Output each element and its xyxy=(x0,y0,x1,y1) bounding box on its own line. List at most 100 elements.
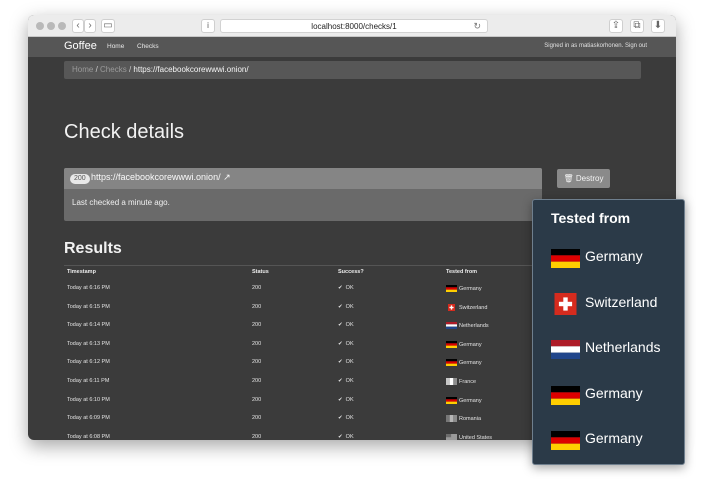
flag-icon xyxy=(446,396,457,404)
success-text: OK xyxy=(345,396,354,403)
flag-icon xyxy=(446,378,457,385)
nl-flag-icon xyxy=(551,340,580,359)
brand-logo[interactable]: Goffee xyxy=(64,40,97,52)
check-panel: 200 https://facebookcorewwwi.onion/ ↗ La… xyxy=(64,168,542,221)
page-title: Check details xyxy=(64,121,185,143)
zoom-window-icon[interactable] xyxy=(58,22,66,30)
success-text: OK xyxy=(345,415,354,422)
country-text: Germany xyxy=(459,360,482,367)
timestamp-cell: Today at 6:13 PM xyxy=(67,340,110,347)
tested-from-cell: Germany xyxy=(446,285,482,292)
tested-from-cell: Germany xyxy=(446,396,482,404)
breadcrumb-checks[interactable]: Checks xyxy=(100,65,127,74)
tabs-icon[interactable]: ⧉ xyxy=(630,19,644,33)
address-bar[interactable]: localhost:8000/checks/1 ↻ xyxy=(220,19,488,33)
checkmark-icon: ✔ xyxy=(338,340,343,347)
tested-from-cell: Netherlands xyxy=(446,322,489,330)
popup-country-label: Germany xyxy=(585,384,643,401)
sidebar-icon[interactable]: ▭ xyxy=(101,19,115,33)
address-text: localhost:8000/checks/1 xyxy=(311,22,397,31)
tested-from-cell: Germany xyxy=(446,359,482,367)
browser-toolbar: ‹ › ▭ i localhost:8000/checks/1 ↻ ⇪ ⧉ ⬇ xyxy=(28,15,676,37)
column-header-success: Success? xyxy=(338,269,364,275)
success-cell: ✔ OK xyxy=(338,415,354,421)
forward-icon[interactable]: › xyxy=(84,19,96,33)
column-header-status: Status xyxy=(252,269,269,275)
nav-checks-link[interactable]: Checks xyxy=(137,43,159,50)
country-text: Germany xyxy=(459,285,482,292)
destroy-button[interactable]: 🗑 Destroy xyxy=(557,169,610,188)
reload-icon[interactable]: ↻ xyxy=(473,20,481,33)
country-text: Switzerland xyxy=(459,304,488,311)
success-text: OK xyxy=(345,303,354,310)
user-status[interactable]: Signed in as matiaskorhonen. Sign out xyxy=(544,43,647,49)
app-navbar: Goffee Home Checks Signed in as matiasko… xyxy=(28,37,676,57)
popup-title: Tested from xyxy=(551,210,631,226)
success-text: OK xyxy=(345,359,354,366)
flag-icon xyxy=(446,303,457,311)
success-text: OK xyxy=(345,322,354,329)
breadcrumb-home[interactable]: Home xyxy=(72,65,93,74)
ch-flag-icon xyxy=(551,292,580,315)
success-cell: ✔ OK xyxy=(338,341,354,347)
timestamp-cell: Today at 6:09 PM xyxy=(67,415,110,422)
timestamp-cell: Today at 6:08 PM xyxy=(67,433,110,440)
success-cell: ✔ OK xyxy=(338,378,354,384)
timestamp-cell: Today at 6:15 PM xyxy=(67,303,110,310)
tested-from-cell: France xyxy=(446,378,476,385)
de-flag-icon xyxy=(551,385,580,405)
status-cell: 200 xyxy=(252,285,262,291)
status-cell: 200 xyxy=(252,359,262,366)
status-cell: 200 xyxy=(252,340,262,347)
status-badge: 200 xyxy=(70,174,90,184)
check-url-text: https://facebookcorewwwi.onion/ xyxy=(91,172,221,182)
country-text: United States xyxy=(459,434,493,440)
popup-country-item: Switzerland xyxy=(551,292,681,315)
status-cell: 200 xyxy=(252,322,262,329)
status-cell: 200 xyxy=(252,433,262,440)
timestamp-cell: Today at 6:14 PM xyxy=(67,322,110,329)
checkmark-icon: ✔ xyxy=(338,396,343,403)
checkmark-icon: ✔ xyxy=(338,303,343,310)
popup-country-label: Netherlands xyxy=(585,339,661,355)
trash-icon: 🗑 xyxy=(563,174,574,183)
tested-from-popup: Tested from Germany Switzerland Netherland… xyxy=(532,199,685,465)
checkmark-icon: ✔ xyxy=(338,415,343,422)
breadcrumb: Home / Checks / https://facebookcorewwwi… xyxy=(64,61,641,79)
status-cell: 200 xyxy=(252,378,262,384)
success-text: OK xyxy=(345,378,354,384)
success-cell: ✔ OK xyxy=(338,322,354,328)
flag-icon xyxy=(446,415,457,423)
close-window-icon[interactable] xyxy=(36,22,44,30)
site-info-icon[interactable]: i xyxy=(201,19,215,33)
country-text: Romania xyxy=(459,416,482,423)
breadcrumb-current: https://facebookcorewwwi.onion/ xyxy=(133,65,249,74)
nav-home-link[interactable]: Home xyxy=(107,43,124,50)
success-text: OK xyxy=(345,340,354,347)
destroy-button-label: Destroy xyxy=(575,174,604,183)
status-cell: 200 xyxy=(252,415,262,422)
status-cell: 200 xyxy=(252,303,262,310)
country-text: Germany xyxy=(459,341,482,348)
country-text: France xyxy=(459,378,477,385)
check-url-link[interactable]: https://facebookcorewwwi.onion/ ↗ xyxy=(91,172,231,183)
success-cell: ✔ OK xyxy=(338,359,354,365)
downloads-icon[interactable]: ⬇ xyxy=(651,19,665,33)
country-text: Germany xyxy=(459,397,482,404)
success-text: OK xyxy=(345,433,354,440)
back-icon[interactable]: ‹ xyxy=(72,19,84,33)
flag-icon xyxy=(446,433,457,440)
popup-country-label: Switzerland xyxy=(585,293,658,310)
results-heading: Results xyxy=(64,240,122,257)
timestamp-cell: Today at 6:11 PM xyxy=(67,378,110,384)
minimize-window-icon[interactable] xyxy=(47,22,55,30)
share-icon[interactable]: ⇪ xyxy=(609,19,623,33)
flag-icon xyxy=(446,359,457,367)
results-divider xyxy=(64,265,584,266)
popup-country-label: Germany xyxy=(585,248,643,264)
success-cell: ✔ OK xyxy=(338,304,354,310)
flag-icon xyxy=(446,285,457,292)
tested-from-cell: Switzerland xyxy=(446,303,488,311)
column-header-tested-from: Tested from xyxy=(446,269,478,275)
de-flag-icon xyxy=(551,249,580,268)
